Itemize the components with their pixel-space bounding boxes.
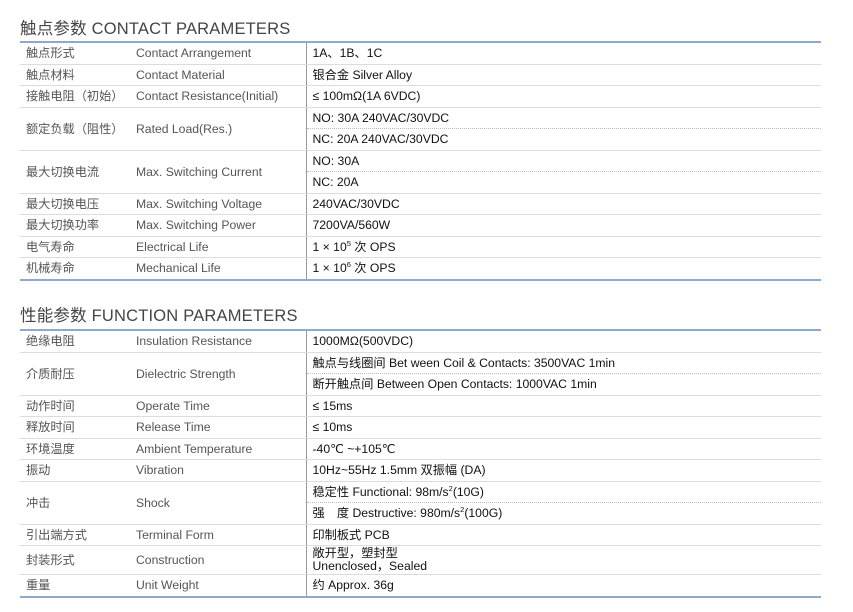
param-value: 1000MΩ(500VDC)	[305, 329, 821, 353]
table-row: 释放时间 Release Time ≤ 10ms	[20, 416, 821, 439]
param-value: NO: 30A 240VAC/30VDC	[305, 107, 821, 129]
param-value: NC: 20A 240VAC/30VDC	[305, 128, 821, 151]
param-value: ≤ 100mΩ(1A 6VDC)	[305, 85, 821, 108]
param-name-en: Unit Weight	[130, 574, 306, 598]
param-name-en: Max. Switching Voltage	[130, 193, 306, 215]
param-name-zh: 重量	[20, 574, 130, 598]
param-value: 敞开型，塑封型 Unenclosed，Sealed	[305, 545, 821, 575]
param-name-en: Operate Time	[130, 395, 306, 417]
param-name-en: Terminal Form	[130, 524, 306, 546]
param-name-zh: 振动	[20, 459, 130, 482]
param-name-en: Max. Switching Current	[130, 150, 306, 194]
table-row: 动作时间 Operate Time ≤ 15ms	[20, 395, 821, 417]
param-name-en: Mechanical Life	[130, 257, 306, 281]
param-value: 断开触点间 Between Open Contacts: 1000VAC 1mi…	[305, 373, 821, 396]
param-name-en: Contact Resistance(Initial)	[130, 85, 306, 108]
param-value: ≤ 15ms	[305, 395, 821, 417]
table-row: 电气寿命 Electrical Life 1 × 105 次 OPS	[20, 236, 821, 258]
param-value: 印制板式 PCB	[305, 524, 821, 546]
value-line: 敞开型，塑封型	[312, 546, 398, 560]
param-name-zh: 接触电阻（初始）	[20, 85, 130, 108]
table-row: 重量 Unit Weight 约 Approx. 36g	[20, 574, 821, 598]
param-value: 10Hz~55Hz 1.5mm 双振幅 (DA)	[305, 459, 821, 482]
table-row: 封装形式 Construction 敞开型，塑封型 Unenclosed，Sealed	[20, 545, 821, 575]
param-name-zh: 机械寿命	[20, 257, 130, 281]
value-suffix: 次 OPS	[350, 239, 396, 254]
table-row: 额定负载（阻性） Rated Load(Res.) NO: 30A 240VAC/3…	[20, 107, 821, 151]
param-name-en: Release Time	[130, 416, 306, 439]
table-row: 引出端方式 Terminal Form 印制板式 PCB	[20, 524, 821, 546]
value-suffix: 次 OPS	[350, 261, 396, 276]
param-value: 240VAC/30VDC	[305, 193, 821, 215]
param-name-zh: 最大切换功率	[20, 214, 130, 237]
param-value: 1 × 106 次 OPS	[305, 257, 821, 281]
param-name-zh: 绝缘电阻	[20, 329, 130, 353]
param-value: 银合金 Silver Alloy	[305, 64, 821, 86]
table-row: 触点材料 Contact Material 银合金 Silver Alloy	[20, 64, 821, 86]
param-name-en: Electrical Life	[130, 236, 306, 258]
value-suffix: (10G)	[452, 484, 484, 499]
param-value: NO: 30A	[305, 150, 821, 172]
contact-parameters-table: 触点形式 Contact Arrangement 1A、1B、1C 触点材料 Conta…	[20, 41, 821, 281]
value-base: 1 × 10	[312, 261, 347, 276]
param-name-zh: 最大切换电压	[20, 193, 130, 215]
value-base: 稳定性 Functional: 98m/s	[312, 484, 449, 499]
param-name-zh: 冲击	[20, 481, 130, 525]
table-row: 振动 Vibration 10Hz~55Hz 1.5mm 双振幅 (DA)	[20, 459, 821, 482]
param-value: 强 度 Destructive: 980m/s2(100G)	[305, 502, 821, 525]
table-row: 最大切换电压 Max. Switching Voltage 240VAC/30VDC	[20, 193, 821, 215]
table-row: 最大切换功率 Max. Switching Power 7200VA/560W	[20, 214, 821, 237]
table-row: 冲击 Shock 稳定性 Functional: 98m/s2(10G)	[20, 481, 821, 525]
table-row: 机械寿命 Mechanical Life 1 × 106 次 OPS	[20, 257, 821, 281]
table-row: 介质耐压 Dielectric Strength 触点与线圈间 Bet ween C…	[20, 352, 821, 396]
param-name-zh: 环境温度	[20, 438, 130, 460]
table-row: 接触电阻（初始） Contact Resistance(Initial) ≤ 100…	[20, 85, 821, 108]
value-suffix: (100G)	[464, 506, 503, 521]
param-name-en: Shock	[130, 481, 306, 525]
param-name-en: Dielectric Strength	[130, 352, 306, 396]
param-name-en: Ambient Temperature	[130, 438, 306, 460]
value-line: Unenclosed，Sealed	[312, 559, 428, 573]
param-value: 稳定性 Functional: 98m/s2(10G)	[305, 481, 821, 503]
param-name-en: Contact Arrangement	[130, 41, 306, 65]
param-value: -40℃ ~+105℃	[305, 438, 821, 460]
param-value: 1A、1B、1C	[305, 41, 821, 65]
param-name-zh: 介质耐压	[20, 352, 130, 396]
function-parameters-table: 绝缘电阻 Insulation Resistance 1000MΩ(500VDC) 介…	[20, 329, 821, 598]
param-name-en: Contact Material	[130, 64, 306, 86]
param-value: 7200VA/560W	[305, 214, 821, 237]
param-name-zh: 电气寿命	[20, 236, 130, 258]
param-name-zh: 触点形式	[20, 41, 130, 65]
table-row: 触点形式 Contact Arrangement 1A、1B、1C	[20, 41, 821, 65]
param-name-zh: 封装形式	[20, 545, 130, 575]
table-row: 最大切换电流 Max. Switching Current NO: 30A	[20, 150, 821, 194]
param-name-en: Construction	[130, 545, 306, 575]
param-value: ≤ 10ms	[305, 416, 821, 439]
param-name-en: Max. Switching Power	[130, 214, 306, 237]
value-base: 强 度 Destructive: 980m/s	[312, 506, 461, 521]
param-name-en: Rated Load(Res.)	[130, 107, 306, 151]
param-name-en: Vibration	[130, 459, 306, 482]
table-row: 环境温度 Ambient Temperature -40℃ ~+105℃	[20, 438, 821, 460]
param-name-zh: 动作时间	[20, 395, 130, 417]
param-name-zh: 引出端方式	[20, 524, 130, 546]
param-name-zh: 额定负载（阻性）	[20, 107, 130, 151]
param-name-zh: 释放时间	[20, 416, 130, 439]
function-parameters-title: 性能参数 FUNCTION PARAMETERS	[20, 307, 298, 325]
value-base: 1 × 10	[312, 239, 347, 254]
param-value: 触点与线圈间 Bet ween Coil & Contacts: 3500VAC…	[305, 352, 821, 374]
contact-parameters-title: 触点参数 CONTACT PARAMETERS	[20, 20, 291, 38]
param-value: NC: 20A	[305, 171, 821, 194]
param-name-zh: 最大切换电流	[20, 150, 130, 194]
table-row: 绝缘电阻 Insulation Resistance 1000MΩ(500VDC)	[20, 329, 821, 353]
param-value: 约 Approx. 36g	[305, 574, 821, 598]
param-name-en: Insulation Resistance	[130, 329, 306, 353]
param-name-zh: 触点材料	[20, 64, 130, 86]
param-value: 1 × 105 次 OPS	[305, 236, 821, 258]
